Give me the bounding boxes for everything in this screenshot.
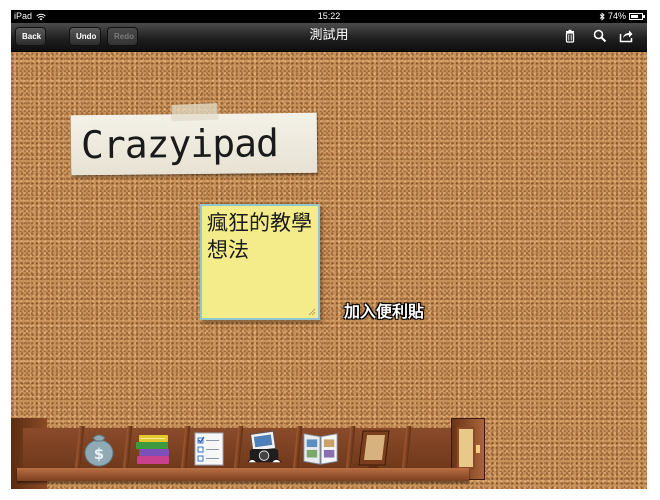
photo-camera-icon [247, 430, 282, 463]
checklist-icon [194, 432, 224, 466]
sticky-note-text: 瘋狂的教學想法 [207, 211, 312, 262]
money-bag-icon: $ [84, 434, 114, 467]
label-card-text: Crazyipad [80, 121, 279, 168]
status-time: 15:22 [317, 11, 341, 21]
shelf-board [17, 468, 469, 481]
battery-percent: 74% [607, 11, 626, 21]
search-icon[interactable] [593, 29, 607, 43]
picture-frame-icon [358, 430, 390, 468]
ipad-screen: iPad 15:22 74% Back Undo Redo 測試用 Crazyi… [11, 10, 647, 489]
add-sticky-hint: 加入便利貼 [344, 302, 425, 321]
resize-handle-icon[interactable] [307, 307, 316, 316]
photo-camera-tool[interactable] [245, 426, 285, 470]
cabinet-knob [476, 445, 480, 453]
page-title: 測試用 [309, 28, 349, 43]
share-icon[interactable] [619, 29, 633, 43]
bluetooth-icon [599, 12, 605, 21]
navigation-bar: Back Undo Redo 測試用 [11, 23, 647, 52]
cork-board[interactable]: Crazyipad 瘋狂的教學想法 加入便利貼 $ [11, 52, 647, 489]
battery-icon [629, 13, 645, 20]
books-icon [136, 435, 169, 464]
tape-strip [171, 102, 219, 122]
title-label-card[interactable]: Crazyipad [70, 102, 318, 176]
photo-album-icon [303, 433, 338, 465]
svg-text:$: $ [94, 445, 104, 463]
money-bag-tool[interactable]: $ [79, 426, 119, 470]
tool-shelf: $ [11, 418, 647, 489]
status-right: 74% [599, 10, 645, 23]
sticky-note[interactable]: 瘋狂的教學想法 [200, 204, 320, 320]
picture-frame-tool[interactable] [355, 426, 395, 470]
trash-icon[interactable] [563, 29, 577, 43]
battery-level [631, 15, 639, 18]
books-tool[interactable] [133, 426, 173, 470]
checklist-tool[interactable] [189, 426, 229, 470]
photo-album-tool[interactable] [301, 426, 341, 470]
cabinet-icon [457, 427, 475, 469]
status-bar: iPad 15:22 74% [11, 10, 647, 23]
